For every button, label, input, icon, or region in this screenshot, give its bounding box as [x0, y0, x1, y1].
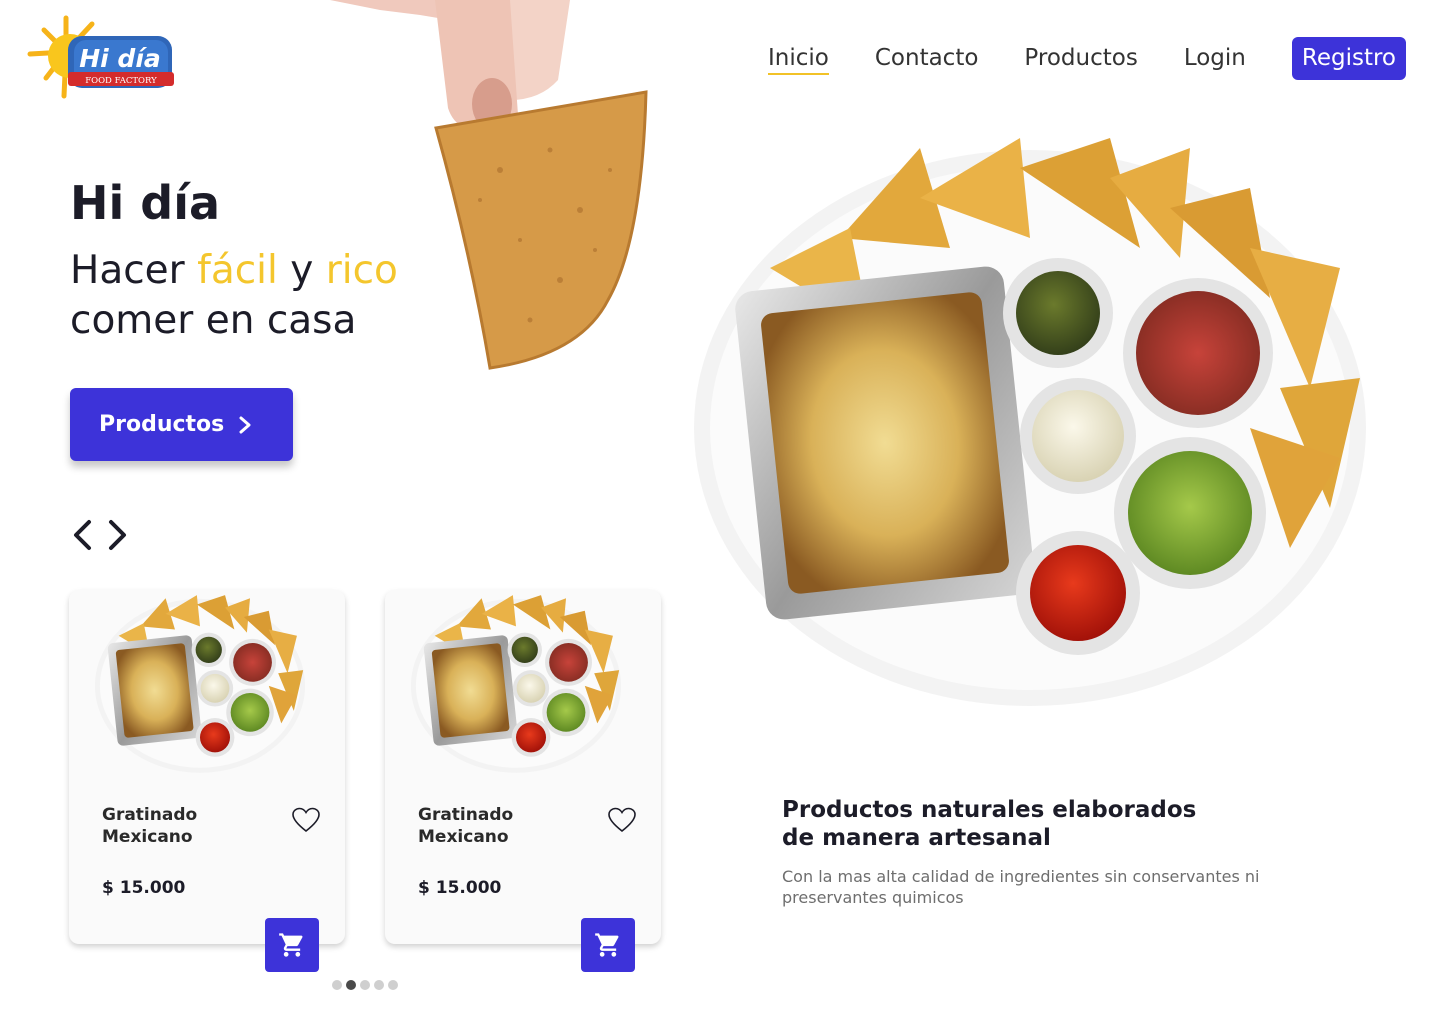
product-name: Gratinado Mexicano — [102, 805, 198, 847]
info-title: Productos naturales elaborados de manera… — [782, 797, 1197, 851]
main-nav: Inicio Contacto Productos Login Registro — [722, 36, 1406, 80]
heart-icon[interactable] — [291, 806, 321, 834]
carousel-arrows — [66, 518, 138, 552]
hero-subtitle-text: Hacer — [70, 248, 198, 293]
hero-highlight-rico: rico — [325, 248, 398, 293]
nav-inicio[interactable]: Inicio — [768, 36, 829, 80]
cart-icon — [279, 933, 303, 957]
sun-logo-icon: Hi día FOOD FACTORY — [27, 15, 174, 99]
pagination-dot[interactable] — [360, 980, 370, 990]
products-cta-label: Productos — [99, 412, 225, 437]
info-description: Con la mas alta calidad de ingredientes … — [782, 867, 1260, 907]
cart-icon — [595, 933, 619, 957]
nav-productos[interactable]: Productos — [1024, 36, 1137, 80]
register-button[interactable]: Registro — [1291, 36, 1406, 80]
carousel-prev-button[interactable] — [66, 518, 98, 552]
product-card[interactable]: Gratinado Mexicano $ 15.000 — [69, 590, 345, 972]
hero-title: Hi día — [70, 176, 221, 230]
product-price: $ 15.000 — [418, 878, 502, 898]
pagination-dot[interactable] — [388, 980, 398, 990]
carousel-pagination — [332, 980, 402, 990]
hero-subtitle-text: y — [277, 248, 326, 293]
nav-contacto[interactable]: Contacto — [875, 36, 979, 80]
svg-text:FOOD FACTORY: FOOD FACTORY — [85, 76, 157, 86]
hero-subtitle: Hacer fácil y rico comer en casa — [70, 246, 398, 346]
pagination-dot[interactable] — [332, 980, 342, 990]
carousel-next-button[interactable] — [102, 518, 134, 552]
hero-subtitle-line2: comer en casa — [70, 298, 357, 343]
featured-food-image — [694, 138, 1366, 706]
add-to-cart-button[interactable] — [265, 918, 319, 972]
product-image — [94, 595, 306, 773]
chevron-left-icon — [74, 520, 91, 550]
brand-logo[interactable]: Hi día FOOD FACTORY — [24, 12, 180, 104]
chevron-right-icon — [109, 520, 126, 550]
svg-text:Hi día: Hi día — [79, 44, 161, 73]
pagination-dot-active[interactable] — [346, 980, 356, 990]
hero-highlight-facil: fácil — [197, 248, 278, 293]
product-image — [410, 595, 622, 773]
products-cta-button[interactable]: Productos — [70, 388, 293, 461]
chevron-right-icon — [239, 416, 251, 433]
add-to-cart-button[interactable] — [581, 918, 635, 972]
pagination-dot[interactable] — [374, 980, 384, 990]
heart-icon[interactable] — [607, 806, 637, 834]
product-name: Gratinado Mexicano — [418, 805, 514, 847]
product-card[interactable]: Gratinado Mexicano $ 15.000 — [385, 590, 661, 972]
product-price: $ 15.000 — [102, 878, 186, 898]
nav-login[interactable]: Login — [1184, 36, 1246, 80]
